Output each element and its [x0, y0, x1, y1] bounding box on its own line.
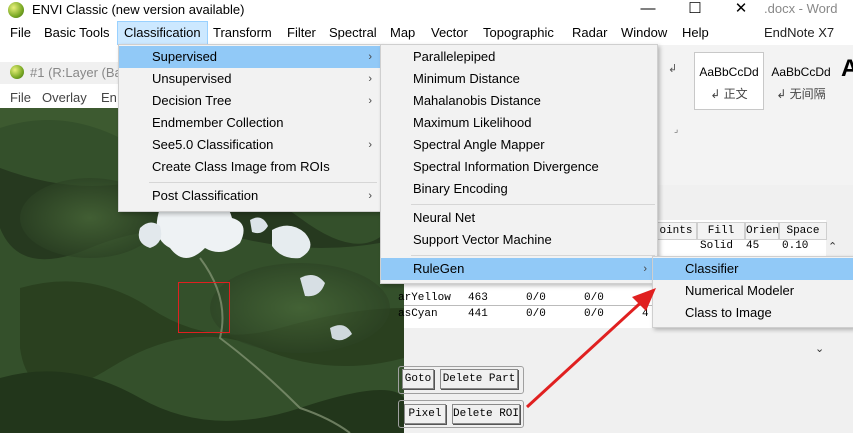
arrow-line	[525, 294, 650, 409]
annotation-arrow	[525, 288, 656, 409]
